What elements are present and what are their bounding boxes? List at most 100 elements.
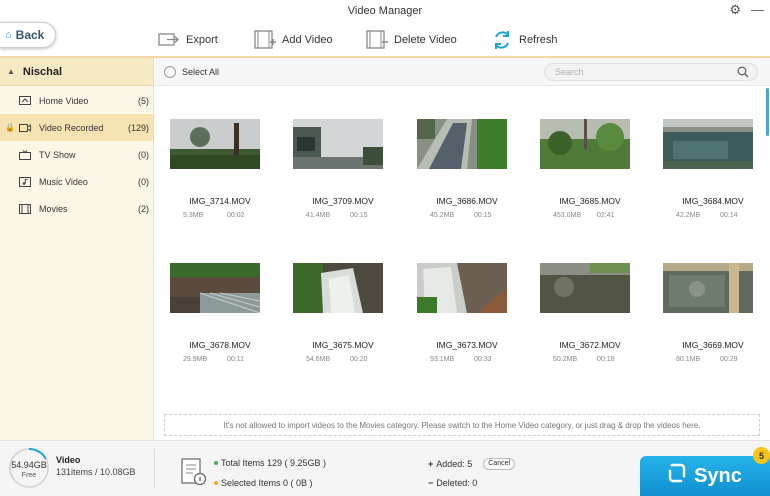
- sidebar-item-video-recorded[interactable]: 🔒 Video Recorded (129): [0, 114, 153, 141]
- scrollbar[interactable]: [766, 88, 769, 136]
- video-size: 29.9MB: [183, 356, 208, 363]
- video-duration: 00:02: [227, 212, 245, 219]
- video-size: 50.2MB: [553, 356, 578, 363]
- video-size: 93.1MB: [430, 356, 455, 363]
- video-thumbnail: [293, 119, 383, 169]
- free-space-label: Free: [21, 472, 37, 479]
- delete-video-button[interactable]: Delete Video: [366, 26, 457, 54]
- video-thumbnail: [417, 119, 507, 169]
- video-name: IMG_3685.MOV: [559, 196, 621, 206]
- sidebar-item-tv-show[interactable]: TV Show (0): [0, 141, 153, 168]
- video-size: 54.6MB: [306, 356, 331, 363]
- video-name: IMG_3714.MOV: [189, 196, 251, 206]
- document-info-icon: [181, 458, 207, 486]
- plus-icon: +: [428, 459, 434, 469]
- add-video-label: Add Video: [282, 34, 333, 46]
- sync-label: Sync: [694, 464, 742, 487]
- video-name: IMG_3669.MOV: [682, 340, 744, 350]
- video-name: IMG_3672.MOV: [559, 340, 621, 350]
- video-size: 80.1MB: [676, 356, 701, 363]
- sidebar-item-count: (0): [138, 176, 149, 187]
- video-duration: 00:11: [227, 356, 244, 363]
- sidebar-item-count: (5): [138, 95, 149, 106]
- window-title: Video Manager: [347, 5, 423, 17]
- title-bar: Video Manager ⚙ —: [0, 0, 770, 22]
- collapse-triangle-icon[interactable]: ▲: [7, 67, 15, 76]
- sidebar-item-count: (129): [127, 122, 149, 133]
- select-all-label: Select All: [182, 67, 220, 77]
- select-all-checkbox[interactable]: Select All: [164, 66, 219, 78]
- export-icon: [158, 30, 180, 50]
- video-duration: 00:14: [720, 212, 738, 219]
- refresh-button[interactable]: Refresh: [491, 26, 558, 54]
- drop-notice-text: It's not allowed to import videos to the…: [223, 420, 701, 430]
- checkbox-circle-icon: [164, 66, 176, 78]
- sidebar-item-label: Music Video: [39, 176, 88, 187]
- video-size: 453.0MB: [553, 212, 582, 219]
- category-summary: 131items / 10.08GB: [56, 467, 136, 477]
- minimize-icon[interactable]: —: [751, 2, 764, 18]
- selected-items-text: Selected Items 0 ( 0B ): [221, 478, 313, 488]
- video-duration: 00:15: [350, 212, 368, 219]
- sidebar-item-count: (2): [138, 203, 149, 214]
- sidebar-item-music-video[interactable]: Music Video (0): [0, 168, 153, 195]
- video-name: IMG_3686.MOV: [436, 196, 498, 206]
- video-size: 45.2MB: [430, 212, 455, 219]
- category-name: Video: [56, 455, 81, 465]
- search-input[interactable]: Search: [544, 63, 758, 81]
- grid-header: Select All Search: [155, 58, 770, 86]
- add-video-button[interactable]: Add Video: [254, 26, 333, 54]
- export-button[interactable]: Export: [158, 26, 218, 54]
- total-items-text: Total Items 129 ( 9.25GB ): [221, 458, 327, 468]
- back-button[interactable]: ⌂ Back: [0, 22, 56, 48]
- home-video-icon: [19, 95, 31, 106]
- video-thumbnail: [170, 263, 260, 313]
- export-label: Export: [186, 34, 218, 46]
- search-placeholder: Search: [555, 67, 584, 77]
- divider: [154, 449, 155, 489]
- video-name: IMG_3675.MOV: [312, 340, 374, 350]
- sidebar-item-home-video[interactable]: Home Video (5): [0, 87, 153, 114]
- video-thumbnail: [417, 263, 507, 313]
- settings-gear-icon[interactable]: ⚙: [729, 2, 741, 18]
- video-thumbnail: [293, 263, 383, 313]
- device-header[interactable]: ▲ Nischal: [0, 58, 153, 86]
- delete-video-icon: [366, 30, 388, 50]
- video-duration: 00:18: [597, 356, 615, 363]
- sidebar-item-label: Movies: [39, 203, 68, 214]
- free-space-value: 54.94GB: [11, 460, 47, 470]
- video-name: IMG_3684.MOV: [682, 196, 744, 206]
- video-name: IMG_3709.MOV: [312, 196, 374, 206]
- home-icon: ⌂: [5, 29, 12, 41]
- video-name: IMG_3673.MOV: [436, 340, 498, 350]
- deleted-count: − Deleted: 0: [428, 478, 477, 488]
- added-text: Added: 5: [436, 459, 473, 469]
- video-duration: 00:29: [720, 356, 738, 363]
- tv-icon: [19, 149, 31, 160]
- video-grid-panel: Select All Search IMG_3714.MOV 5.3MB 00:…: [155, 58, 770, 440]
- video-size: 41.4MB: [306, 212, 331, 219]
- video-duration: 00:33: [474, 356, 492, 363]
- video-thumbnail: [540, 263, 630, 313]
- added-count: + Added: 5 Cancel: [428, 458, 516, 470]
- minus-icon: −: [428, 478, 434, 488]
- cancel-button[interactable]: Cancel: [483, 458, 516, 470]
- movies-icon: [19, 203, 31, 214]
- video-duration: 00:20: [350, 356, 368, 363]
- music-video-icon: [19, 176, 31, 187]
- sync-count-badge: 5: [753, 447, 770, 464]
- refresh-icon: [491, 30, 513, 50]
- lock-icon: 🔒: [5, 123, 15, 132]
- sidebar: ▲ Nischal Home Video (5) 🔒 Video Recorde…: [0, 58, 154, 440]
- video-recorded-icon: [19, 123, 31, 133]
- drop-notice[interactable]: It's not allowed to import videos to the…: [164, 414, 760, 436]
- sync-button[interactable]: Sync: [640, 456, 770, 496]
- video-thumbnail: [540, 119, 630, 169]
- sidebar-item-movies[interactable]: Movies (2): [0, 195, 153, 222]
- search-icon[interactable]: [737, 66, 749, 80]
- refresh-label: Refresh: [519, 34, 558, 46]
- toolbar: ⌂ Back Export Add Video Delete Video Ref…: [0, 22, 770, 58]
- video-thumbnail: [663, 263, 753, 313]
- total-items: Total Items 129 ( 9.25GB ): [214, 458, 326, 468]
- sidebar-item-label: Home Video: [39, 95, 89, 106]
